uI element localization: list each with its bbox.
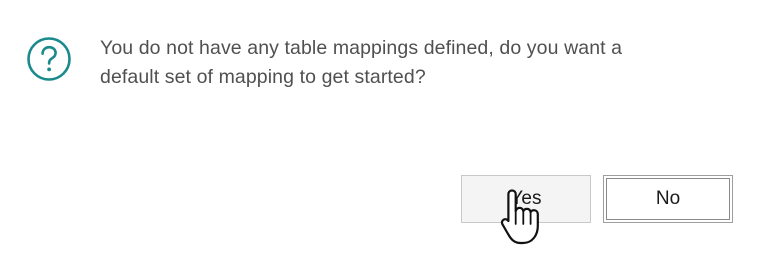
dialog-message-line-2: default set of mapping to get started? (100, 66, 426, 88)
yes-button[interactable]: Yes (461, 175, 591, 223)
no-button-label: No (655, 188, 681, 209)
dialog-message: You do not have any table mappings defin… (100, 34, 740, 92)
dialog-message-line-1: You do not have any table mappings defin… (100, 37, 623, 59)
question-circle-icon (27, 37, 71, 81)
no-button[interactable]: No (603, 175, 733, 223)
yes-button-label: Yes (510, 188, 542, 209)
confirmation-dialog: You do not have any table mappings defin… (0, 0, 768, 255)
